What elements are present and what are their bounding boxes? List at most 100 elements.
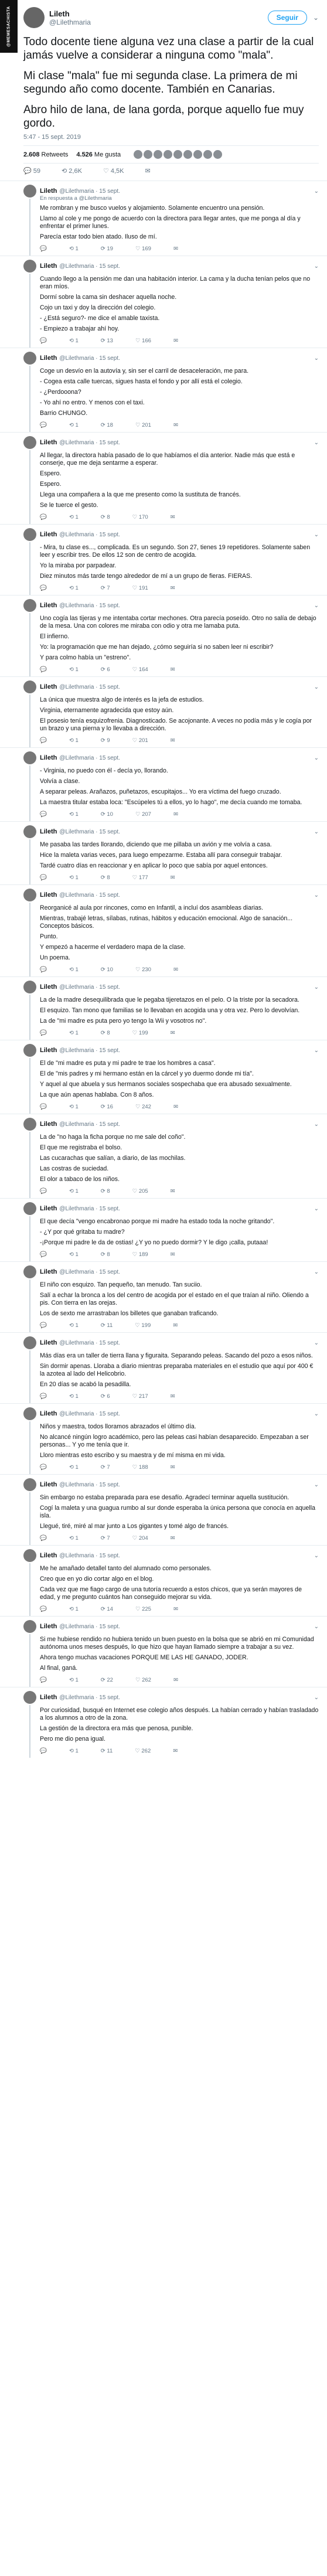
chevron-down-icon[interactable]: ⌄	[314, 355, 319, 362]
avatar[interactable]	[23, 1407, 36, 1420]
avatar[interactable]	[144, 150, 153, 159]
share-button[interactable]: ✉	[171, 585, 175, 591]
author-meta[interactable]: @Lilethmaria · 15 sept.	[59, 1553, 120, 1559]
retweet-count-button[interactable]: ⟳ 7	[101, 1464, 110, 1471]
author-name[interactable]: Lileth	[40, 602, 57, 609]
reply-tweet[interactable]: Lileth @Lilethmaria · 15 sept. ⌄ Me pasaba …	[0, 821, 327, 884]
reply-button[interactable]: 💬	[40, 666, 47, 673]
share-button[interactable]: ✉	[173, 1104, 178, 1110]
retweet-count-button[interactable]: ⟳ 10	[101, 967, 113, 973]
author-meta[interactable]: @Lilethmaria · 15 sept.	[59, 1047, 120, 1054]
retweet-button[interactable]: ⟲ 1	[69, 1748, 79, 1754]
reply-tweet[interactable]: Lileth @Lilethmaria · 15 sept. ⌄ Por curios…	[0, 1687, 327, 1758]
retweet-count-button[interactable]: ⟳ 7	[101, 585, 110, 591]
retweet-count-button[interactable]: ⟳ 8	[101, 1251, 110, 1258]
chevron-down-icon[interactable]: ⌄	[314, 1340, 319, 1346]
avatar[interactable]	[23, 1549, 36, 1562]
share-button[interactable]: ✉	[173, 246, 178, 252]
avatar[interactable]	[134, 150, 143, 159]
reply-button[interactable]: 💬	[40, 338, 47, 344]
reply-tweet[interactable]: Lileth @Lilethmaria · 15 sept. ⌄ La única q…	[0, 676, 327, 747]
chevron-down-icon[interactable]: ⌄	[314, 755, 319, 761]
reply-tweet[interactable]: Lileth @Lilethmaria · 15 sept. ⌄ La de "no …	[0, 1114, 327, 1198]
follow-button[interactable]: Seguir	[267, 11, 307, 25]
author-meta[interactable]: @Lilethmaria · 15 sept.	[59, 1121, 120, 1128]
avatar[interactable]	[23, 981, 36, 993]
reply-button[interactable]: 💬	[40, 585, 47, 591]
reply-button[interactable]: 💬 59	[23, 167, 40, 175]
author-name[interactable]: Lileth	[40, 1339, 57, 1346]
like-button[interactable]: ♡ 230	[135, 967, 151, 973]
like-button[interactable]: ♡ 204	[132, 1535, 148, 1541]
avatar[interactable]	[23, 352, 36, 365]
author-meta[interactable]: @Lilethmaria · 15 sept.	[59, 1624, 120, 1630]
reply-tweet[interactable]: Lileth @Lilethmaria · 15 sept. ⌄ Sin embarg…	[0, 1474, 327, 1545]
author-name[interactable]: Lileth	[40, 754, 57, 761]
retweet-count-button[interactable]: ⟳ 8	[101, 1030, 110, 1036]
like-button[interactable]: ♡ 199	[135, 1322, 151, 1329]
reply-tweet[interactable]: Lileth @Lilethmaria · 15 sept. ⌄ Me he amañ…	[0, 1545, 327, 1616]
timestamp[interactable]: 5:47 - 15 sept. 2019	[23, 134, 319, 141]
like-button[interactable]: ♡ 199	[132, 1030, 148, 1036]
chevron-down-icon[interactable]: ⌄	[314, 263, 319, 270]
chevron-down-icon[interactable]: ⌄	[314, 440, 319, 446]
retweet-button[interactable]: ⟲ 1	[69, 811, 79, 818]
retweet-count-button[interactable]: ⟳ 10	[101, 811, 113, 818]
share-button[interactable]: ✉	[173, 1322, 178, 1329]
author-name[interactable]: Lileth	[40, 1623, 57, 1630]
share-button[interactable]: ✉	[173, 1606, 178, 1612]
avatar[interactable]	[23, 528, 36, 541]
author-name[interactable]: Lileth	[40, 1047, 57, 1054]
share-button[interactable]: ✉	[171, 1393, 175, 1400]
author-meta[interactable]: @Lilethmaria · 15 sept.	[59, 1269, 120, 1275]
author-name[interactable]: Lileth	[40, 1121, 57, 1128]
retweet-count-button[interactable]: ⟳ 8	[101, 514, 110, 520]
reply-button[interactable]: 💬	[40, 514, 47, 520]
retweet-button[interactable]: ⟲ 1	[69, 1464, 79, 1471]
avatar[interactable]	[203, 150, 213, 159]
like-button[interactable]: ♡ 169	[135, 246, 151, 252]
author-meta[interactable]: @Lilethmaria · 15 sept.	[59, 984, 120, 991]
author-name[interactable]: Lileth	[49, 9, 91, 18]
chevron-down-icon[interactable]: ⌄	[314, 1553, 319, 1559]
reply-tweet[interactable]: Lileth @Lilethmaria · 15 sept. ⌄ Reorganicé…	[0, 884, 327, 976]
author-name[interactable]: Lileth	[40, 891, 57, 899]
retweets-label[interactable]: Retweets	[42, 151, 69, 158]
avatar[interactable]	[23, 185, 36, 198]
chevron-down-icon[interactable]: ⌄	[313, 13, 319, 22]
avatar[interactable]	[213, 150, 223, 159]
author-meta[interactable]: @Lilethmaria · 15 sept.	[59, 684, 120, 690]
reply-button[interactable]: 💬	[40, 246, 47, 252]
like-button[interactable]: ♡ 205	[132, 1188, 148, 1195]
like-button[interactable]: ♡ 4,5K	[103, 167, 124, 175]
chevron-down-icon[interactable]: ⌄	[314, 829, 319, 835]
chevron-down-icon[interactable]: ⌄	[314, 1624, 319, 1630]
retweet-count-button[interactable]: ⟳ 11	[101, 1748, 113, 1754]
reply-button[interactable]: 💬	[40, 1464, 47, 1471]
chevron-down-icon[interactable]: ⌄	[314, 892, 319, 899]
retweet-button[interactable]: ⟲ 1	[69, 1677, 79, 1683]
reply-tweet[interactable]: Lileth @Lilethmaria · 15 sept. ⌄ Uno cogía …	[0, 595, 327, 676]
author-meta[interactable]: @Lilethmaria · 15 sept.	[59, 755, 120, 761]
chevron-down-icon[interactable]: ⌄	[314, 1206, 319, 1212]
chevron-down-icon[interactable]: ⌄	[314, 1269, 319, 1275]
retweet-button[interactable]: ⟲ 1	[69, 338, 79, 344]
share-button[interactable]: ✉	[145, 167, 151, 175]
avatar[interactable]	[173, 150, 183, 159]
avatar[interactable]	[23, 1336, 36, 1349]
author-meta[interactable]: @Lilethmaria · 15 sept.	[59, 829, 120, 835]
author-meta[interactable]: @Lilethmaria · 15 sept.	[59, 1411, 120, 1417]
avatar[interactable]	[23, 1044, 36, 1057]
retweet-button[interactable]: ⟲ 1	[69, 1322, 79, 1329]
author-handle[interactable]: @Lilethmaria	[49, 18, 91, 26]
share-button[interactable]: ✉	[171, 1030, 175, 1036]
chevron-down-icon[interactable]: ⌄	[314, 188, 319, 195]
reply-tweet[interactable]: Lileth @Lilethmaria · 15 sept. ⌄ Coge un de…	[0, 348, 327, 432]
retweet-button[interactable]: ⟲ 1	[69, 737, 79, 744]
author-name[interactable]: Lileth	[40, 263, 57, 270]
retweet-count-button[interactable]: ⟳ 6	[101, 666, 110, 673]
reply-button[interactable]: 💬	[40, 1748, 47, 1754]
chevron-down-icon[interactable]: ⌄	[314, 532, 319, 538]
chevron-down-icon[interactable]: ⌄	[314, 1411, 319, 1417]
reply-tweet[interactable]: Lileth @Lilethmaria · 15 sept. ⌄ La de la m…	[0, 976, 327, 1040]
